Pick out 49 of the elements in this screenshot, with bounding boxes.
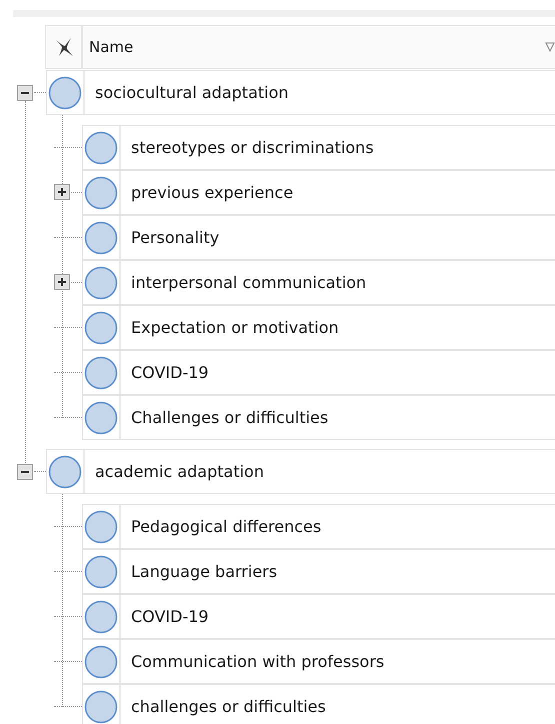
circle-icon (84, 690, 118, 724)
circle-icon (84, 644, 118, 678)
circle-icon (84, 176, 118, 210)
collapse-toggle[interactable] (17, 84, 33, 100)
circle-icon (84, 220, 118, 254)
tree-row[interactable]: Challenges or difficulties (82, 395, 555, 440)
circle-icon (84, 310, 118, 344)
node-label: previous experience (130, 183, 294, 202)
circle-icon (48, 76, 82, 110)
tree-row[interactable]: academic adaptation (46, 449, 555, 494)
node-label: Expectation or motivation (130, 318, 339, 337)
tree-row[interactable]: interpersonal communication (82, 260, 555, 305)
tree-row[interactable]: Expectation or motivation (82, 305, 555, 350)
collapse-toggle[interactable] (17, 464, 33, 480)
node-label: Pedagogical differences (130, 517, 322, 536)
column-label: Name (89, 38, 134, 56)
tree-row[interactable]: COVID-19 (82, 594, 555, 639)
circle-icon (84, 356, 118, 390)
circle-icon (84, 400, 118, 434)
expand-toggle[interactable] (54, 274, 70, 290)
node-label: stereotypes or discriminations (130, 138, 374, 157)
node-label: academic adaptation (94, 462, 264, 481)
tree-row[interactable]: Personality (82, 215, 555, 260)
node-label: Personality (130, 228, 220, 247)
circle-icon (84, 554, 118, 588)
node-label: Language barriers (130, 562, 278, 581)
star-icon (54, 37, 74, 57)
tree-row[interactable]: Communication with professors (82, 639, 555, 684)
node-label: COVID-19 (130, 363, 209, 382)
circle-icon (48, 454, 82, 488)
node-label: Challenges or difficulties (130, 408, 328, 427)
circle-icon (84, 130, 118, 164)
circle-icon (84, 510, 118, 544)
circle-icon (84, 600, 118, 634)
tree-row[interactable]: sociocultural adaptation (46, 70, 555, 115)
tree-row[interactable]: previous experience (82, 170, 555, 215)
circle-icon (84, 266, 118, 300)
node-label: interpersonal communication (130, 273, 366, 292)
tree-row[interactable]: COVID-19 (82, 350, 555, 395)
filter-icon[interactable] (545, 42, 555, 52)
tree-row[interactable]: Language barriers (82, 549, 555, 594)
node-label: sociocultural adaptation (94, 83, 289, 102)
tree-row[interactable]: Pedagogical differences (82, 504, 555, 549)
tree-row[interactable]: challenges or difficulties (82, 684, 555, 724)
tree-row[interactable]: stereotypes or discriminations (82, 125, 555, 170)
expand-toggle[interactable] (54, 184, 70, 200)
node-label: challenges or difficulties (130, 697, 326, 716)
node-label: COVID-19 (130, 607, 209, 626)
node-label: Communication with professors (130, 652, 384, 671)
